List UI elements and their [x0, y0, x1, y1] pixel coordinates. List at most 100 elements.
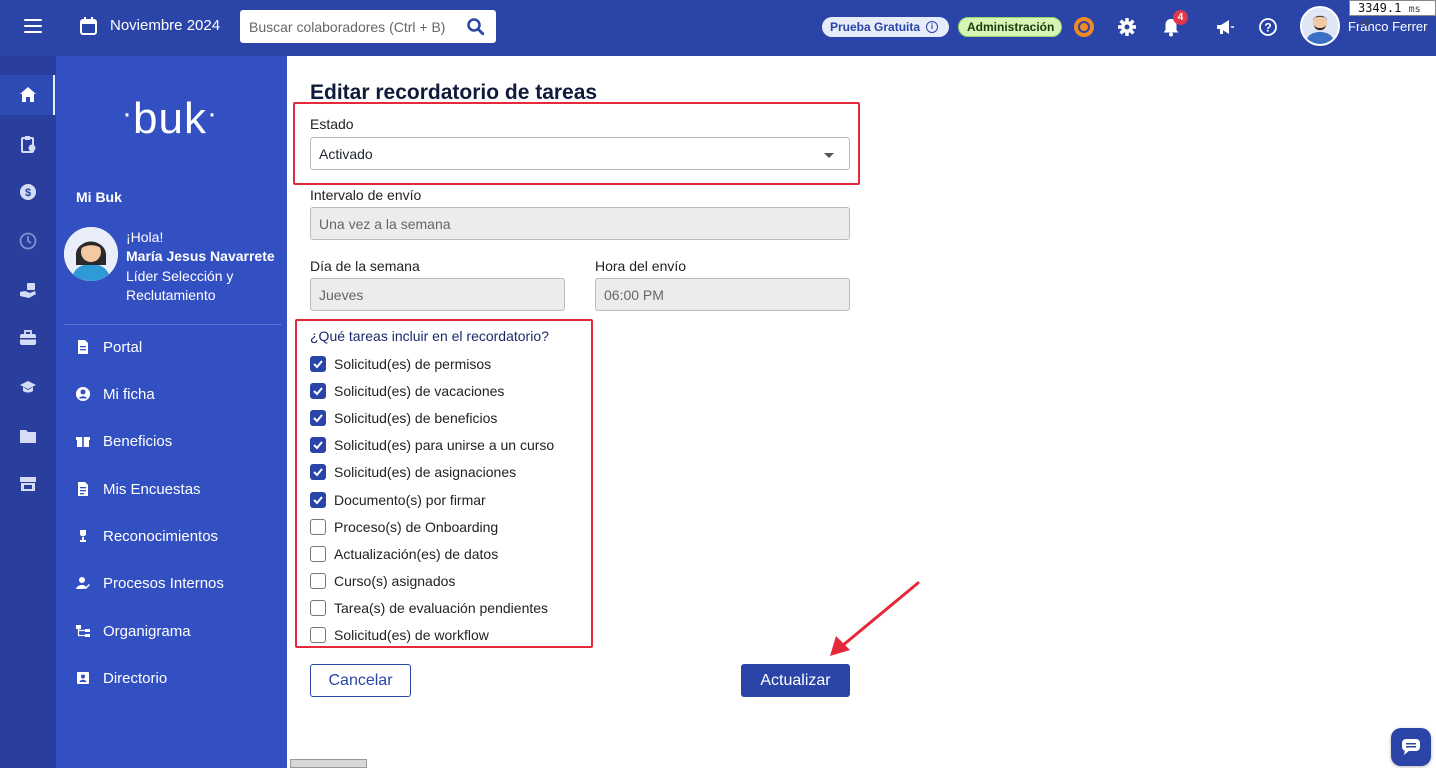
search-icon[interactable] — [467, 18, 484, 35]
clock-icon — [19, 232, 37, 250]
task-checkbox-row[interactable]: Curso(s) asignados — [310, 571, 455, 591]
checkbox-unchecked-icon[interactable] — [310, 572, 326, 589]
checkbox-unchecked-icon[interactable] — [310, 518, 326, 535]
checkbox-checked-icon[interactable] — [310, 383, 326, 400]
annotation-arrow — [830, 581, 920, 656]
current-month[interactable]: Noviembre 2024 — [110, 17, 220, 34]
task-checkbox-row[interactable]: Solicitud(es) de vacaciones — [310, 381, 504, 401]
task-checkbox-row[interactable]: Solicitud(es) de beneficios — [310, 408, 497, 428]
sidebar-item-label: Procesos Internos — [103, 574, 224, 592]
dollar-icon: $ — [20, 184, 36, 200]
gear-icon[interactable] — [1117, 17, 1137, 37]
task-checkbox-row[interactable]: Solicitud(es) de asignaciones — [310, 462, 516, 482]
task-label: Solicitud(es) de workflow — [334, 627, 489, 643]
tasks-heading: ¿Qué tareas incluir en el recordatorio? — [310, 328, 549, 344]
trial-badge-label: Prueba Gratuita — [830, 20, 921, 34]
sidebar-item-label: Mis Encuestas — [103, 480, 201, 498]
task-label: Curso(s) asignados — [334, 572, 456, 589]
sidebar-item-label: Beneficios — [103, 432, 173, 450]
trial-badge[interactable]: Prueba Gratuita i — [822, 17, 949, 37]
rail-documents[interactable] — [0, 416, 56, 456]
sidebar-item-label: Directorio — [103, 669, 168, 687]
section-title: Mi Buk — [76, 189, 122, 205]
chevron-down-icon — [824, 153, 834, 158]
folder-icon — [20, 430, 36, 443]
perf-value: 3349.1 — [1358, 1, 1402, 15]
dia-label: Día de la semana — [310, 258, 420, 274]
rail-learning[interactable] — [0, 367, 56, 407]
task-label: Documento(s) por firmar — [334, 491, 486, 508]
task-checkbox-row[interactable]: Proceso(s) de Onboarding — [310, 517, 498, 537]
task-label: Solicitud(es) para unirse a un curso — [334, 437, 555, 454]
task-label: Actualización(es) de datos — [334, 545, 499, 562]
task-checkbox-row[interactable]: Documento(s) por firmar — [310, 490, 486, 510]
notification-count-badge: 4 — [1173, 10, 1188, 25]
task-checkbox-row[interactable]: Actualización(es) de datos — [310, 544, 498, 564]
sidebar-item-label: Organigrama — [103, 622, 191, 640]
sidebar-item-beneficios[interactable]: Beneficios — [76, 429, 172, 453]
sidebar-item-label: Portal — [103, 338, 143, 356]
profile-avatar[interactable] — [64, 227, 118, 281]
sidebar-item-directorio[interactable]: Directorio — [76, 666, 167, 690]
support-ring-icon[interactable] — [1074, 17, 1094, 37]
rail-payments[interactable]: $ — [0, 172, 56, 212]
admin-badge[interactable]: Administración — [958, 17, 1062, 37]
profile-role: Líder Selección y Reclutamiento — [126, 268, 234, 303]
calendar-icon[interactable] — [80, 17, 97, 35]
graduation-cap-icon — [20, 381, 36, 393]
dia-value: Jueves — [319, 286, 364, 303]
task-label: Solicitud(es) de vacaciones — [334, 383, 505, 400]
task-checkbox-row[interactable]: Tarea(s) de evaluación pendientes — [310, 598, 548, 618]
help-icon[interactable]: ? — [1258, 17, 1278, 37]
checkbox-unchecked-icon[interactable] — [310, 599, 326, 616]
task-checkbox-row[interactable]: Solicitud(es) de workflow — [310, 625, 489, 645]
task-label: Solicitud(es) de beneficios — [334, 410, 498, 427]
checkbox-checked-icon[interactable] — [310, 464, 326, 481]
perf-overlay: 3349.1 ms ×8 — [1349, 0, 1436, 29]
task-label: Solicitud(es) de permisos — [334, 356, 492, 372]
megaphone-icon[interactable] — [1215, 17, 1235, 37]
sidebar-item-mi-ficha[interactable]: Mi ficha — [76, 382, 155, 406]
rail-benefits[interactable] — [0, 270, 56, 310]
page-title: Editar recordatorio de tareas — [310, 81, 598, 104]
sidebar-item-mis-encuestas[interactable]: Mis Encuestas — [76, 477, 201, 501]
checkbox-unchecked-icon[interactable] — [310, 627, 326, 643]
sidebar-item-procesos-internos[interactable]: Procesos Internos — [76, 571, 224, 595]
estado-label: Estado — [310, 116, 354, 132]
task-checkbox-row[interactable]: Solicitud(es) para unirse a un curso — [310, 435, 554, 455]
sidebar-item-reconocimientos[interactable]: Reconocimientos — [76, 524, 218, 548]
user-edit-icon — [76, 576, 90, 590]
user-avatar[interactable] — [1300, 6, 1340, 46]
perf-multiplier: ×8 — [1358, 18, 1371, 29]
info-icon: i — [926, 21, 939, 33]
bottom-tab-handle[interactable] — [290, 759, 367, 768]
sidebar-item-label: Mi ficha — [103, 385, 155, 403]
checkbox-checked-icon[interactable] — [310, 437, 326, 454]
checkbox-checked-icon[interactable] — [310, 410, 326, 427]
admin-badge-label: Administración — [967, 20, 1055, 34]
icon-rail: $ — [0, 56, 56, 768]
checkbox-checked-icon[interactable] — [310, 491, 326, 508]
task-label: Solicitud(es) de asignaciones — [334, 464, 517, 481]
rail-clipboard[interactable] — [0, 124, 56, 164]
rail-work[interactable] — [0, 318, 56, 358]
rail-store[interactable] — [0, 464, 56, 504]
rail-home[interactable] — [0, 75, 56, 115]
task-checkbox-row[interactable]: Solicitud(es) de permisos — [310, 354, 491, 374]
update-button[interactable]: Actualizar — [741, 664, 850, 697]
checkbox-unchecked-icon[interactable] — [310, 545, 326, 562]
cancel-button[interactable]: Cancelar — [310, 664, 411, 697]
sidebar-item-portal[interactable]: Portal — [76, 335, 142, 359]
menu-icon[interactable] — [24, 19, 42, 33]
search-input[interactable] — [249, 18, 459, 35]
rail-time[interactable] — [0, 221, 56, 261]
document-icon — [76, 340, 90, 354]
chat-icon — [1402, 739, 1420, 755]
sidebar-item-organigrama[interactable]: Organigrama — [76, 619, 191, 643]
chat-button[interactable] — [1391, 728, 1431, 766]
estado-select[interactable]: Activado — [310, 137, 850, 170]
svg-text:$: $ — [25, 187, 31, 199]
buk-logo[interactable]: ·buk· — [122, 94, 218, 144]
checkbox-checked-icon[interactable] — [310, 356, 326, 372]
intervalo-field: Una vez a la semana — [310, 207, 850, 240]
